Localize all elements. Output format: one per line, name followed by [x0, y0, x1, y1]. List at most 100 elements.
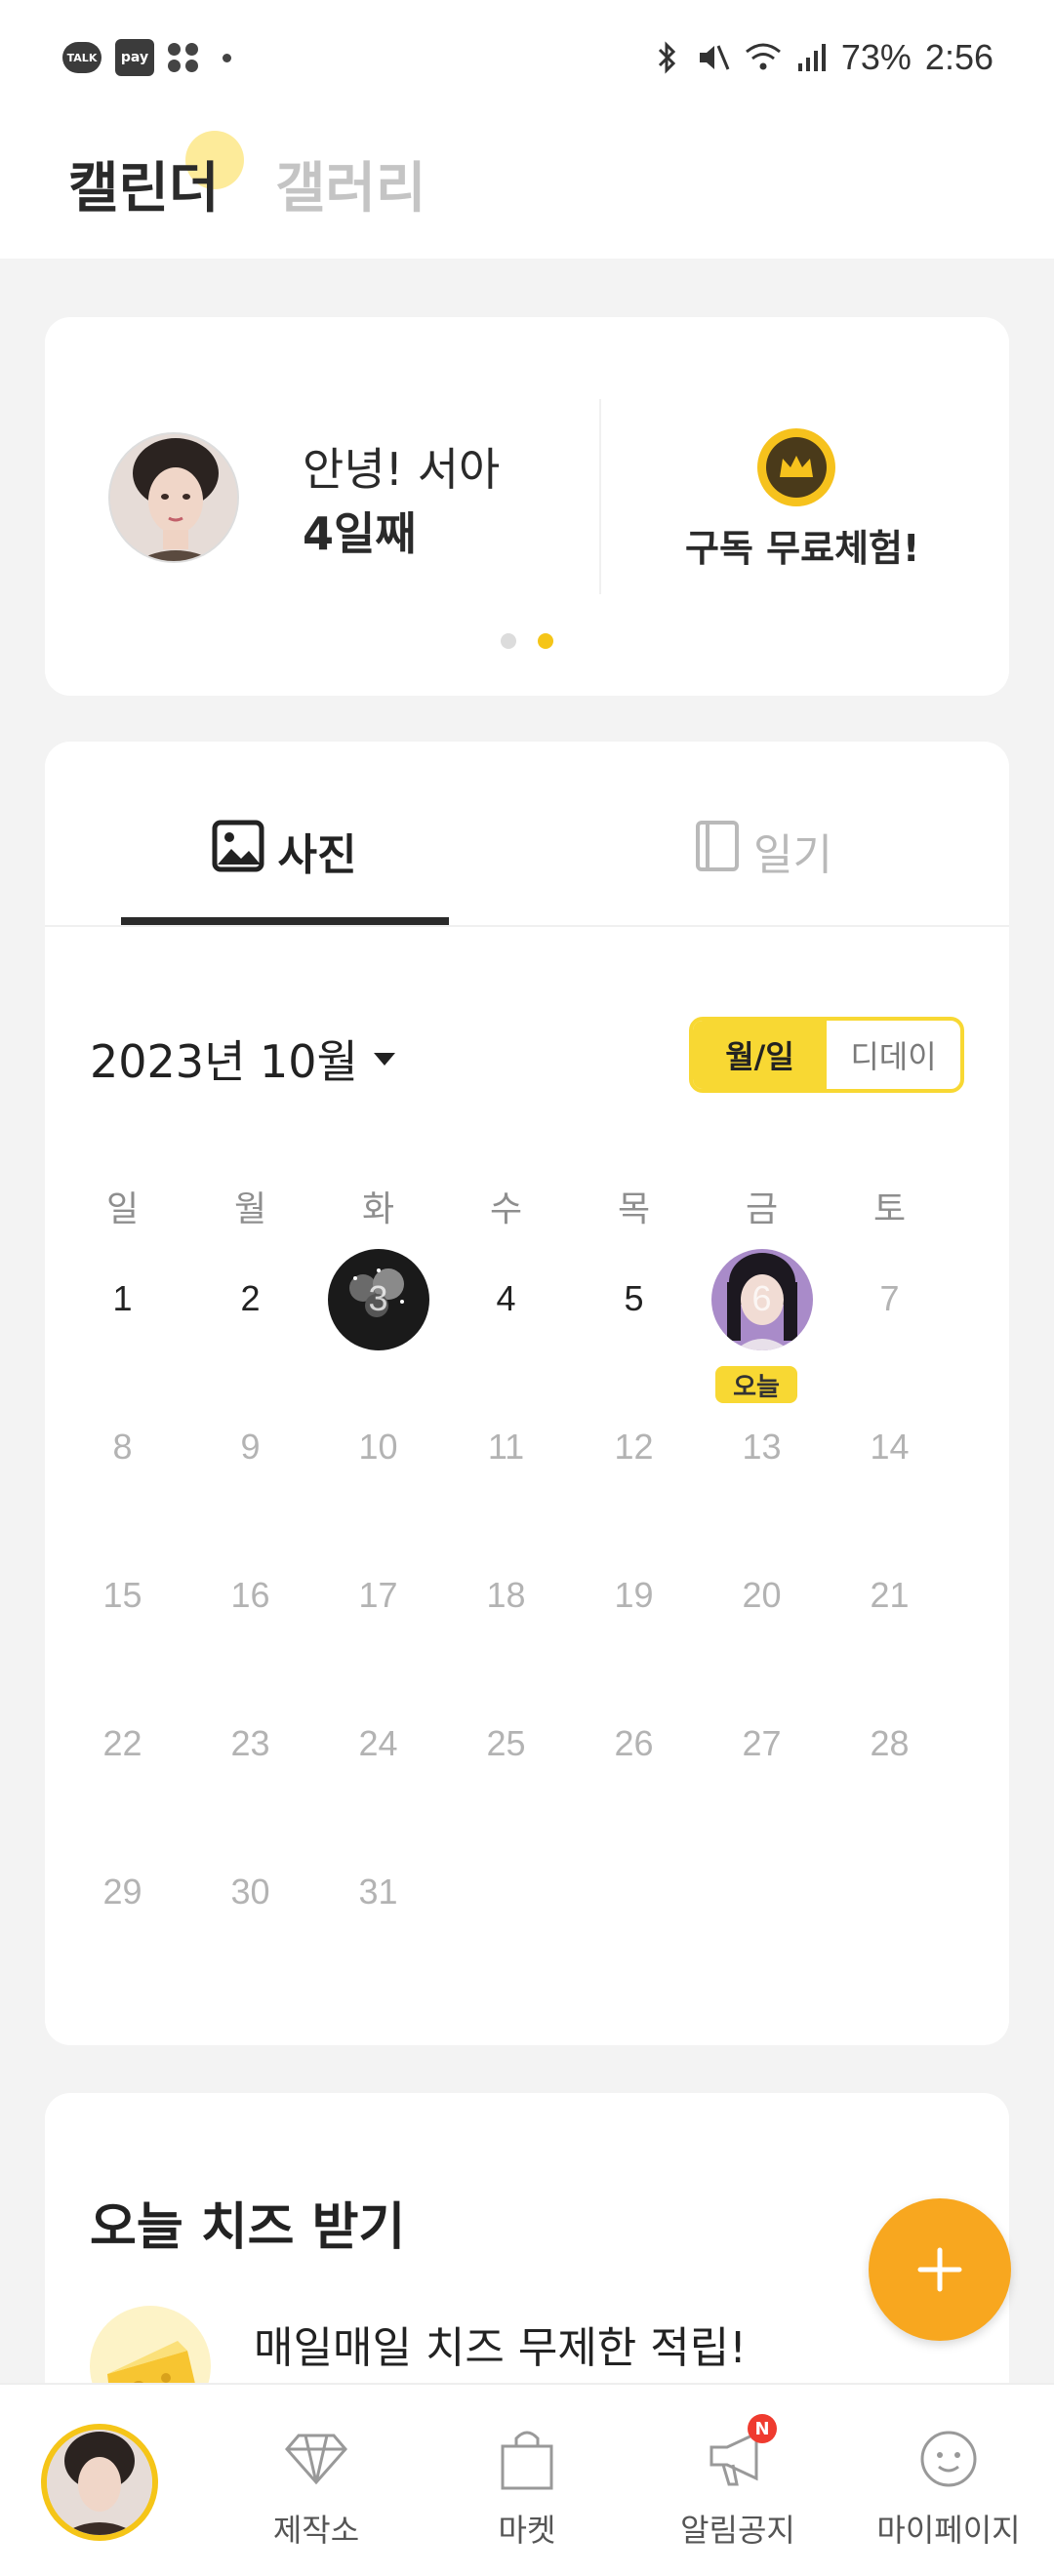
nav-label: 알림공지 — [680, 2512, 795, 2549]
calendar-day[interactable]: 11 — [442, 1407, 570, 1555]
nav-label: 제작소 — [272, 2512, 360, 2549]
calendar-day[interactable]: 12 — [570, 1407, 698, 1555]
calendar-day[interactable]: 30 — [186, 1852, 314, 2000]
weekday-label: 수 — [489, 1189, 523, 1229]
nav-item-workshop[interactable]: 제작소 — [211, 2385, 422, 2576]
calendar-day[interactable]: 15 — [59, 1555, 186, 1704]
weekday-label: 목 — [617, 1189, 651, 1229]
toggle-dday[interactable]: 디데이 — [827, 1021, 960, 1089]
mute-icon — [699, 45, 730, 70]
subscription-trial-label[interactable]: 구독 무료체험! — [685, 518, 919, 572]
content-tabs: 사진 일기 — [45, 742, 1009, 927]
divider — [599, 399, 601, 594]
avatar[interactable] — [108, 432, 239, 563]
profile-card[interactable]: 안녕! 서아 4일째 구독 무료체험! — [45, 317, 1009, 696]
calendar-day[interactable]: 19 — [570, 1555, 698, 1704]
active-tab-underline — [121, 917, 449, 925]
add-button[interactable] — [869, 2198, 1011, 2341]
nav-label: 마켓 — [498, 2512, 556, 2549]
weekday-label: 일 — [105, 1189, 140, 1229]
cheese-subtitle: 매일매일 치즈 무제한 적립! — [254, 2323, 747, 2373]
nav-item-market[interactable]: 마켓 — [422, 2385, 632, 2576]
calendar-day[interactable]: 25 — [442, 1704, 570, 1852]
tab-calendar[interactable]: 캘린더 — [68, 144, 220, 223]
pager-dot — [501, 633, 516, 649]
wifi-icon — [745, 43, 781, 70]
plus-icon — [917, 2247, 962, 2292]
weekday-label: 월 — [233, 1189, 267, 1229]
weekday-header: 일 월 화 수 목 금 토 — [59, 1181, 956, 1231]
calendar-day[interactable]: 27 — [698, 1704, 826, 1852]
new-badge: N — [748, 2414, 777, 2443]
calendar-day[interactable]: 9 — [186, 1407, 314, 1555]
calendar-day[interactable]: 29 — [59, 1852, 186, 2000]
image-icon — [212, 820, 264, 872]
status-bar-right: 73% 2:56 — [652, 37, 993, 78]
calendar-day[interactable]: 14 — [826, 1407, 953, 1555]
shopping-bag-icon — [501, 2431, 553, 2490]
calendar-day[interactable]: 16 — [186, 1555, 314, 1704]
signal-icon — [797, 44, 826, 71]
calendar-day[interactable]: 13 — [698, 1407, 826, 1555]
calendar-day[interactable]: 31 — [314, 1852, 442, 2000]
today-badge: 오늘 — [715, 1366, 797, 1403]
book-icon — [696, 821, 739, 871]
calendar-grid: 1 2 3 4 5 6 오늘 7 8 9 10 11 12 13 14 15 1… — [59, 1249, 956, 2000]
tab-diary[interactable]: 일기 — [695, 820, 832, 882]
month-selector[interactable]: 2023년 10월 — [90, 1026, 395, 1091]
nav-item-profile[interactable] — [0, 2385, 211, 2576]
calendar-day[interactable]: 2 — [186, 1259, 314, 1407]
calendar-day[interactable]: 18 — [442, 1555, 570, 1704]
calendar-day[interactable]: 21 — [826, 1555, 953, 1704]
calendar-day[interactable]: 8 — [59, 1407, 186, 1555]
clock: 2:56 — [924, 37, 993, 77]
nav-item-mypage[interactable]: 마이페이지 — [843, 2385, 1054, 2576]
bottom-navigation: 제작소 마켓 N 알림공지 마이페이지 — [0, 2383, 1054, 2576]
kakaotalk-icon: TALK — [62, 42, 101, 73]
view-toggle: 월/일 디데이 — [689, 1017, 964, 1093]
tab-gallery[interactable]: 갤러리 — [275, 144, 426, 223]
notification-dot-icon — [223, 53, 231, 62]
smile-face-icon — [920, 2431, 977, 2487]
tab-diary-label: 일기 — [753, 830, 832, 880]
cheese-title: 오늘 치즈 받기 — [90, 2198, 406, 2257]
calendar-day[interactable]: 24 — [314, 1704, 442, 1852]
calendar-day[interactable]: 17 — [314, 1555, 442, 1704]
apps-grid-icon — [168, 43, 199, 72]
diamond-icon — [285, 2434, 347, 2485]
top-header: 캘린더 갤러리 — [0, 115, 1054, 259]
calendar-day[interactable]: 1 — [59, 1259, 186, 1407]
crown-icon[interactable] — [757, 428, 835, 506]
kakaopay-icon: pay — [115, 39, 154, 76]
day-count: 4일째 — [303, 507, 417, 560]
calendar-day-today[interactable]: 6 오늘 — [698, 1249, 826, 1407]
calendar-day[interactable]: 4 — [442, 1259, 570, 1407]
calendar-day[interactable]: 20 — [698, 1555, 826, 1704]
carousel-pager — [501, 633, 553, 649]
weekday-label: 토 — [872, 1189, 907, 1229]
calendar-day-with-photo[interactable]: 3 — [314, 1249, 442, 1407]
calendar-day[interactable]: 23 — [186, 1704, 314, 1852]
nav-item-notice[interactable]: N 알림공지 — [632, 2385, 843, 2576]
pager-dot-active — [538, 633, 553, 649]
weekday-label: 금 — [745, 1189, 779, 1229]
toggle-month-day[interactable]: 월/일 — [693, 1021, 827, 1089]
calendar-day[interactable]: 22 — [59, 1704, 186, 1852]
calendar-day[interactable]: 10 — [314, 1407, 442, 1555]
calendar-day[interactable]: 5 — [570, 1259, 698, 1407]
greeting-text: 안녕! 서아 — [303, 443, 501, 496]
weekday-label: 화 — [361, 1189, 395, 1229]
calendar-day[interactable]: 26 — [570, 1704, 698, 1852]
nav-label: 마이페이지 — [876, 2512, 1021, 2549]
tab-photo-label: 사진 — [277, 830, 357, 880]
calendar-day[interactable]: 7 — [826, 1259, 953, 1407]
status-bar: TALK pay 73% 2:56 — [0, 0, 1054, 115]
calendar-day[interactable]: 28 — [826, 1704, 953, 1852]
caret-down-icon — [373, 1052, 395, 1066]
avatar — [41, 2424, 158, 2541]
tab-photo[interactable]: 사진 — [121, 820, 447, 927]
calendar-card: 사진 일기 2023년 10월 월/일 디데이 일 월 화 수 목 금 토 1 … — [45, 742, 1009, 2045]
bluetooth-icon — [658, 41, 675, 74]
status-bar-left: TALK pay — [62, 39, 231, 76]
month-label: 2023년 10월 — [90, 1035, 358, 1088]
